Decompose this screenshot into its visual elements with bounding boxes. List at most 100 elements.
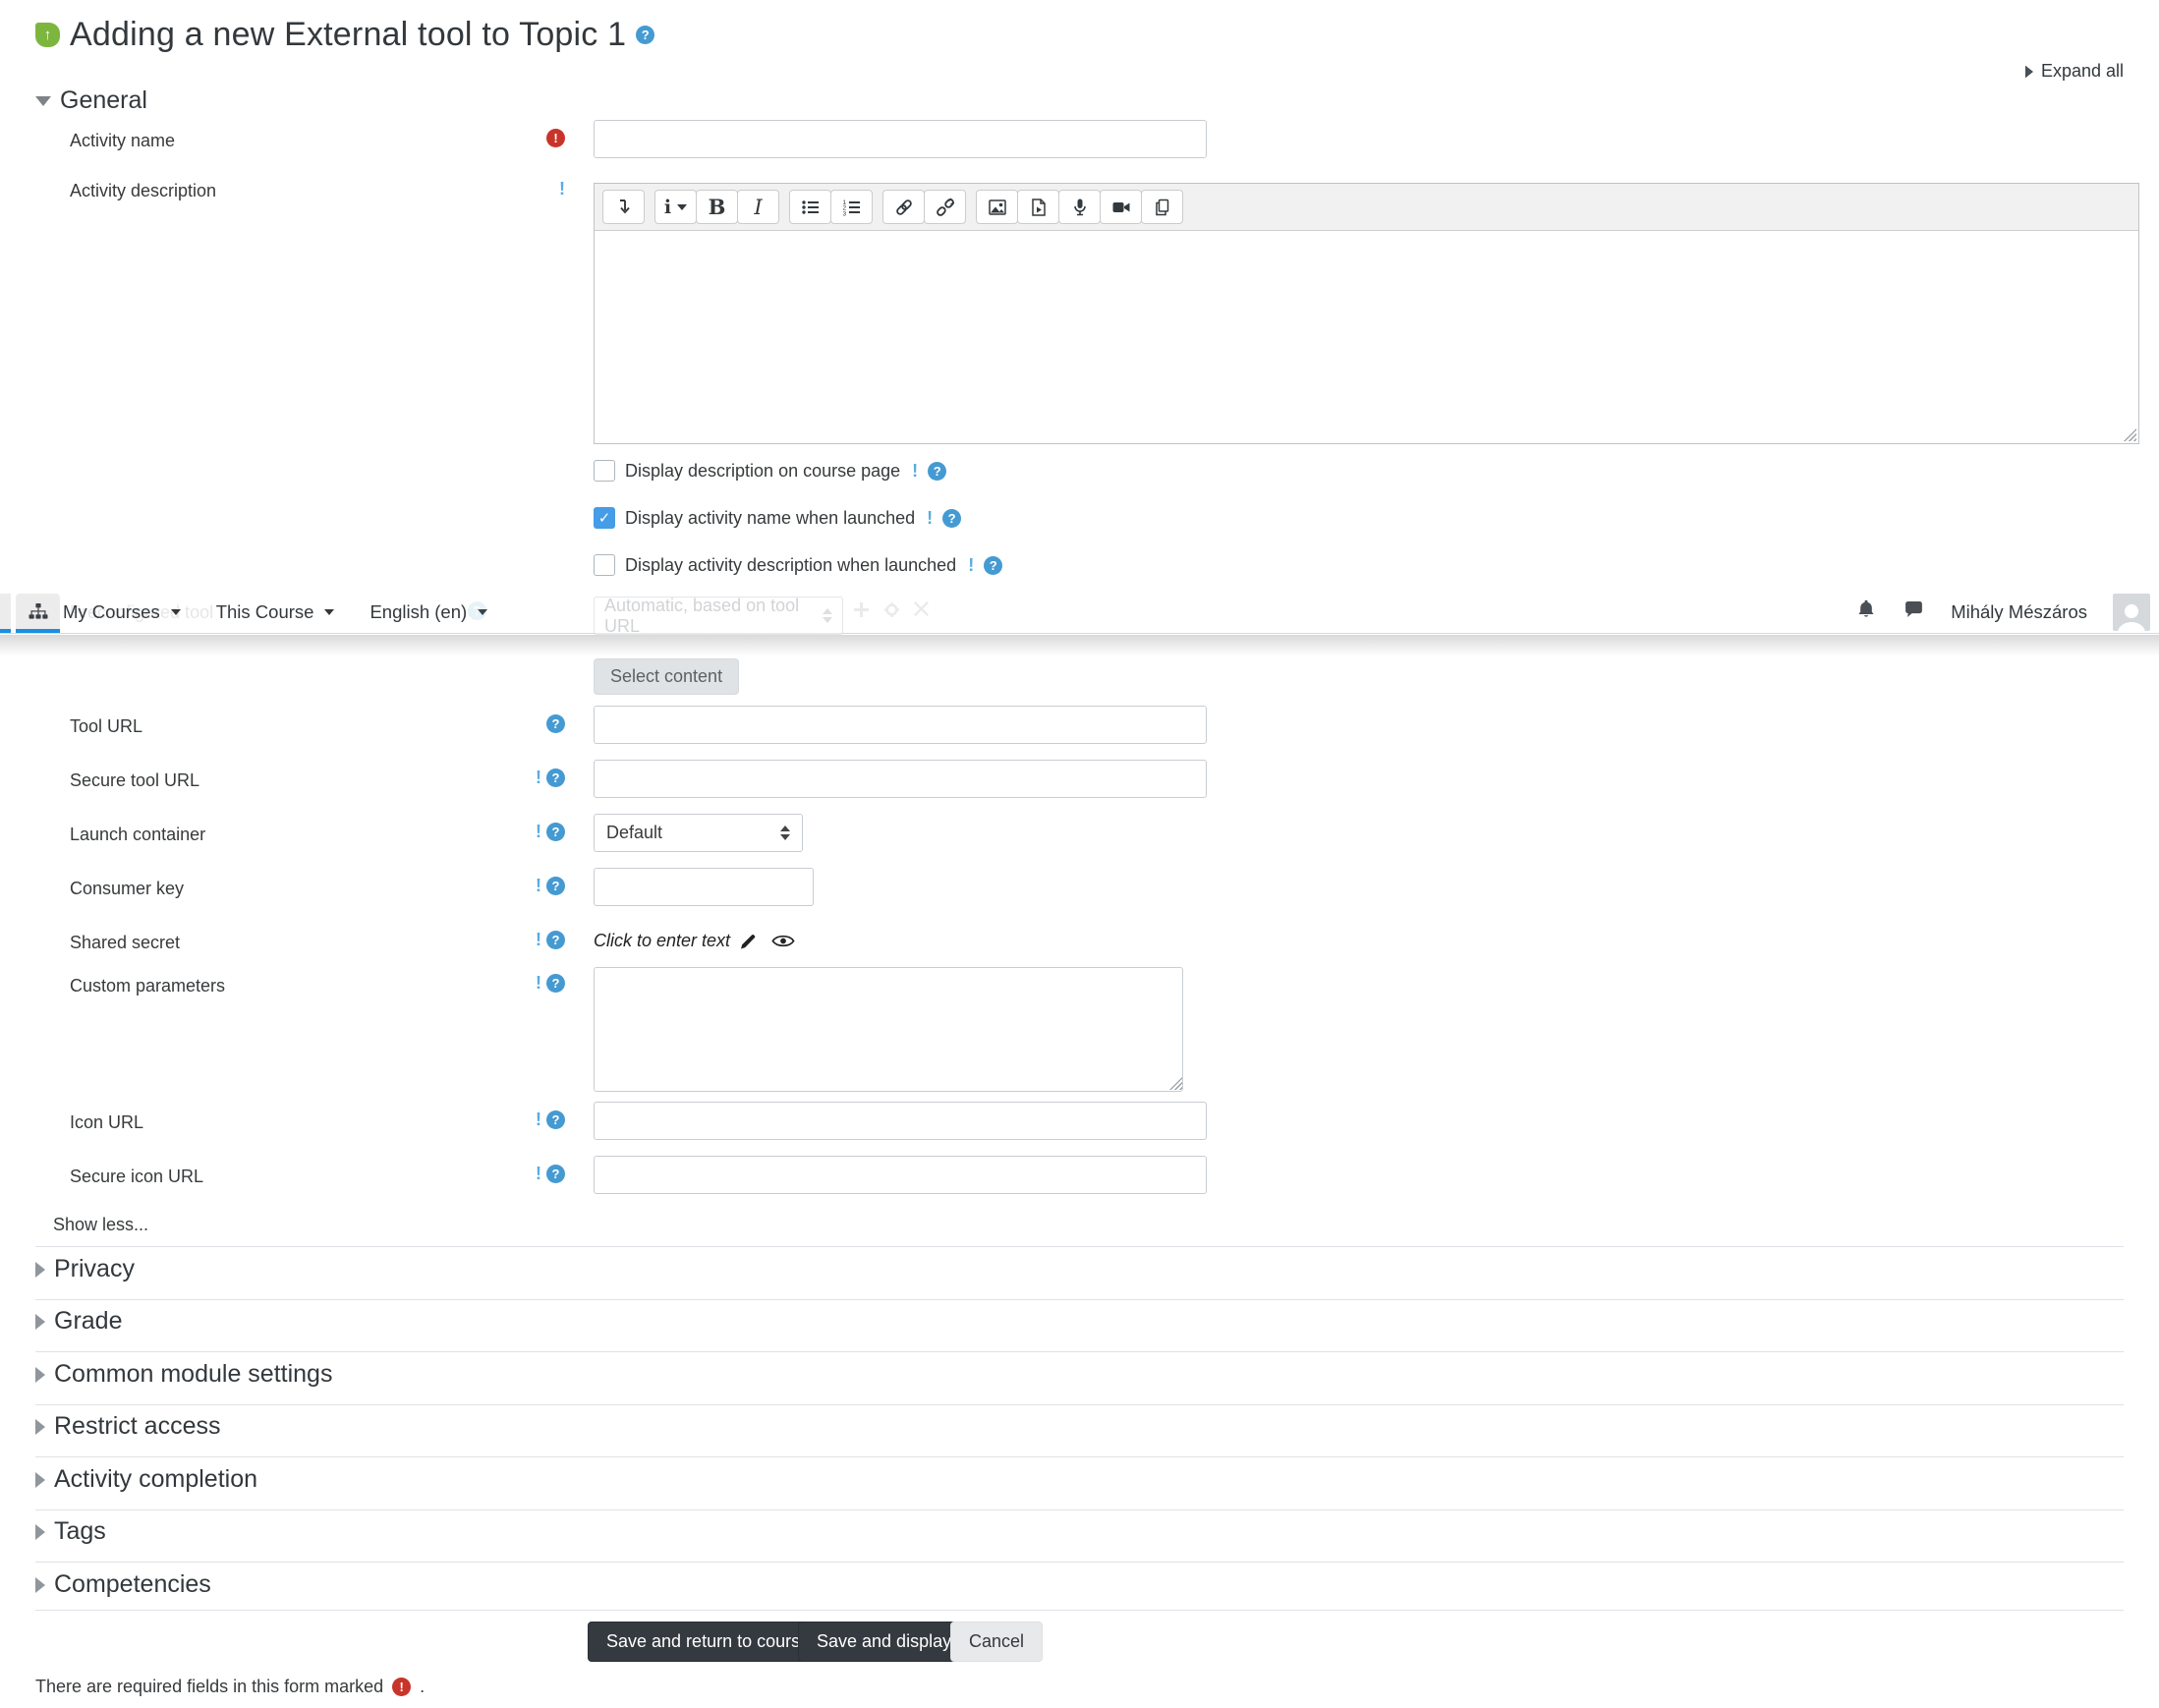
display-activity-name-checkbox[interactable]: ✓: [594, 507, 615, 529]
chevron-down-icon: [35, 95, 51, 106]
help-icon[interactable]: ?: [546, 877, 565, 895]
resize-handle[interactable]: [2124, 428, 2136, 441]
nav-items: My Courses This Course English (en): [63, 590, 488, 634]
avatar[interactable]: [2113, 593, 2150, 631]
checkbox-label: Display activity description when launch…: [625, 554, 957, 575]
help-icon[interactable]: ?: [942, 508, 962, 528]
help-icon[interactable]: ?: [546, 1110, 565, 1129]
advanced-icon: !: [927, 507, 934, 528]
help-icon[interactable]: ?: [546, 714, 565, 733]
launch-container-select[interactable]: Default: [594, 814, 803, 852]
show-less-link[interactable]: Show less...: [53, 1215, 148, 1235]
required-fields-note: There are required fields in this form m…: [35, 1677, 426, 1696]
microphone-icon: [1073, 199, 1086, 215]
chevron-right-icon: [35, 1418, 45, 1435]
display-description-checkbox[interactable]: ✓: [594, 460, 615, 482]
secure-icon-url-input[interactable]: [594, 1156, 1207, 1194]
user-name[interactable]: Mihály Mészáros: [1951, 601, 2087, 623]
save-and-display-button[interactable]: Save and display: [798, 1622, 971, 1662]
help-icon[interactable]: ?: [546, 823, 565, 841]
launch-container-label: Launch container: [70, 825, 206, 844]
preconfigured-actions-ghost: [853, 601, 929, 618]
consumer-key-input[interactable]: [594, 868, 814, 906]
insert-image-button[interactable]: [976, 190, 1018, 224]
svg-text:3: 3: [842, 210, 846, 217]
activity-name-label: Activity name: [70, 131, 176, 150]
section-restrict-access[interactable]: Restrict access: [35, 1412, 220, 1441]
checkbox-label: Display activity name when launched: [625, 507, 916, 528]
manage-files-button[interactable]: [1141, 190, 1183, 224]
record-video-button[interactable]: [1100, 190, 1142, 224]
messages-button[interactable]: [1903, 599, 1925, 625]
media-file-icon: [1031, 198, 1046, 216]
unlink-button[interactable]: [924, 190, 966, 224]
help-icon[interactable]: ?: [546, 1165, 565, 1183]
help-icon[interactable]: ?: [928, 461, 947, 481]
help-icon[interactable]: ?: [546, 974, 565, 993]
sitemap-button[interactable]: [16, 594, 60, 629]
unordered-list-button[interactable]: [789, 190, 831, 224]
editor-content-area[interactable]: [595, 231, 2138, 443]
eye-icon[interactable]: [771, 933, 795, 949]
advanced-icon: !: [536, 822, 541, 841]
section-tags[interactable]: Tags: [35, 1517, 106, 1546]
text-style-button[interactable]: i: [654, 190, 697, 224]
display-activity-description-checkbox[interactable]: ✓: [594, 554, 615, 576]
ordered-list-button[interactable]: 123: [830, 190, 873, 224]
caret-down-icon: [677, 203, 688, 210]
copy-files-icon: [1155, 199, 1168, 215]
caret-down-icon: [324, 608, 335, 615]
expand-all-link[interactable]: Expand all: [2024, 61, 2124, 82]
activity-name-input[interactable]: [594, 120, 1207, 158]
tool-url-input[interactable]: [594, 706, 1207, 744]
section-general[interactable]: General: [35, 86, 147, 115]
image-icon: [988, 199, 1006, 215]
shared-secret-edit-link[interactable]: Click to enter text: [594, 931, 730, 951]
notifications-button[interactable]: [1855, 598, 1877, 625]
external-tool-icon: ↑: [35, 23, 60, 47]
divider: [35, 1509, 2124, 1510]
chevron-right-icon: [35, 1576, 45, 1593]
link-icon: [895, 199, 912, 215]
secure-tool-url-input[interactable]: [594, 760, 1207, 798]
save-and-return-button[interactable]: Save and return to course: [588, 1622, 829, 1662]
nav-my-courses[interactable]: My Courses: [63, 601, 181, 623]
caret-down-icon: [170, 608, 181, 615]
checkbox-row-display-name-launched: ✓ Display activity name when launched ! …: [594, 507, 962, 529]
help-icon[interactable]: ?: [636, 26, 655, 44]
checkbox-row-display-description: ✓ Display description on course page ! ?: [594, 460, 947, 482]
link-button[interactable]: [882, 190, 925, 224]
section-competencies[interactable]: Competencies: [35, 1570, 211, 1599]
custom-parameters-textarea[interactable]: [594, 967, 1183, 1092]
section-privacy[interactable]: Privacy: [35, 1255, 135, 1283]
divider: [35, 1562, 2124, 1563]
chevron-right-icon: [35, 1366, 45, 1383]
help-icon[interactable]: ?: [546, 769, 565, 787]
help-icon[interactable]: ?: [546, 931, 565, 949]
record-audio-button[interactable]: [1058, 190, 1101, 224]
select-content-button[interactable]: Select content: [594, 658, 740, 695]
editor-toolbar: i B I 123: [595, 184, 2138, 231]
icon-url-input[interactable]: [594, 1102, 1207, 1140]
chevron-right-icon: [35, 1313, 45, 1330]
section-common-module-settings[interactable]: Common module settings: [35, 1360, 332, 1389]
bold-button[interactable]: B: [696, 190, 738, 224]
collapse-toolbar-button[interactable]: [602, 190, 645, 224]
section-activity-completion[interactable]: Activity completion: [35, 1465, 257, 1494]
nav-this-course[interactable]: This Course: [216, 601, 335, 623]
navbar: Preconfigured tool My Courses This Cours…: [0, 590, 2159, 634]
italic-button[interactable]: I: [737, 190, 779, 224]
section-grade[interactable]: Grade: [35, 1307, 122, 1336]
insert-media-button[interactable]: [1017, 190, 1059, 224]
cancel-button[interactable]: Cancel: [950, 1622, 1044, 1662]
pencil-icon[interactable]: [739, 933, 757, 950]
chevron-right-icon: [35, 1261, 45, 1278]
select-caret-icon: [780, 826, 790, 840]
nav-partial-button[interactable]: [0, 594, 11, 629]
divider: [35, 1456, 2124, 1457]
preconfigured-tool-select[interactable]: Automatic, based on tool URL: [594, 596, 843, 636]
shared-secret-label: Shared secret: [70, 933, 181, 952]
custom-parameters-label: Custom parameters: [70, 976, 226, 996]
help-icon[interactable]: ?: [984, 555, 1003, 575]
gear-icon: [884, 602, 899, 617]
